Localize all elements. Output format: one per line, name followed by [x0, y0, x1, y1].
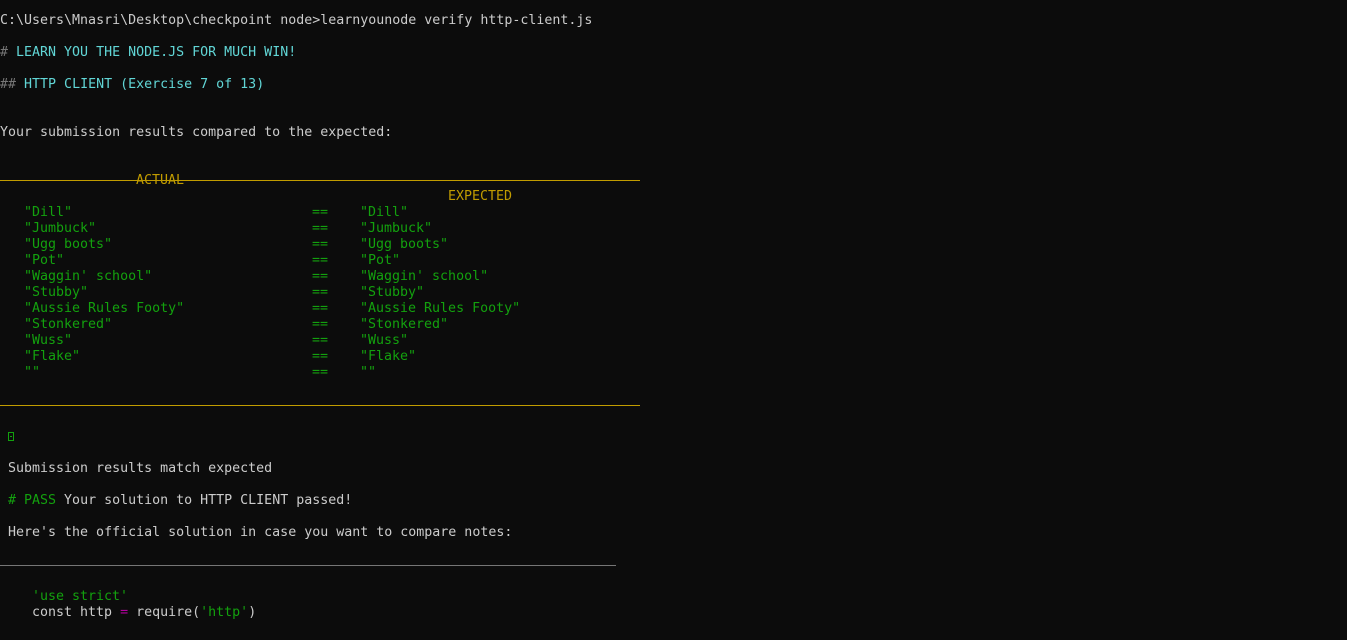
expected-value: "Wuss" — [360, 333, 409, 348]
comparison-row: "Jumbuck" == "Jumbuck" — [0, 221, 640, 237]
comparison-row: "" == "" — [0, 365, 640, 381]
comparison-row: "Wuss" == "Wuss" — [0, 333, 640, 349]
expected-value: "Dill" — [360, 205, 409, 220]
code-decl: const http — [32, 605, 121, 620]
code-require-call: require( — [128, 605, 201, 620]
equality-operator: == — [312, 237, 329, 252]
comparison-row: "Flake" == "Flake" — [0, 349, 640, 365]
expected-value: "Aussie Rules Footy" — [360, 301, 521, 316]
comparison-row: "Waggin' school" == "Waggin' school" — [0, 269, 640, 285]
expected-value: "Ugg boots" — [360, 237, 449, 252]
equality-operator: == — [312, 317, 329, 332]
code-string-http: 'http' — [200, 605, 249, 620]
pass-hash: # — [8, 493, 25, 508]
actual-value: "Jumbuck" — [24, 221, 97, 236]
banner-line: # LEARN YOU THE NODE.JS FOR MUCH WIN! — [0, 45, 296, 61]
actual-value: "Aussie Rules Footy" — [24, 301, 185, 316]
comparison-row: "Pot" == "Pot" — [0, 253, 640, 269]
expected-value: "Flake" — [360, 349, 417, 364]
expected-value: "Stonkered" — [360, 317, 449, 332]
comparison-header: ACTUAL EXPECTED — [0, 157, 640, 204]
comparison-row: "Aussie Rules Footy" == "Aussie Rules Foot… — [0, 301, 640, 317]
actual-value: "Wuss" — [24, 333, 73, 348]
banner-hash: # — [0, 45, 17, 60]
actual-value: "Waggin' school" — [24, 269, 153, 284]
expected-column-header: EXPECTED — [448, 189, 513, 204]
expected-value: "" — [360, 365, 377, 380]
equality-operator: == — [312, 221, 329, 236]
equality-operator: == — [312, 301, 329, 316]
equality-operator: == — [312, 253, 329, 268]
actual-value: "Dill" — [24, 205, 73, 220]
expected-value: "Jumbuck" — [360, 221, 433, 236]
actual-value: "" — [24, 365, 41, 380]
code-assign-operator: = — [120, 605, 129, 620]
code-line-use-strict: 'use strict' — [32, 589, 128, 605]
banner-title: LEARN YOU THE NODE.JS FOR MUCH WIN! — [16, 45, 297, 60]
comparison-intro: Your submission results compared to the … — [0, 125, 393, 140]
expected-value: "Waggin' school" — [360, 269, 489, 284]
code-close-paren: ) — [248, 605, 257, 620]
comparison-row: "Dill" == "Dill" — [0, 205, 640, 221]
equality-operator: == — [312, 349, 329, 364]
expected-value: "Pot" — [360, 253, 401, 268]
exercise-title: HTTP CLIENT (Exercise 7 of 13) — [24, 77, 265, 92]
equality-operator: == — [312, 285, 329, 300]
equality-operator: == — [312, 269, 329, 284]
header-divider — [0, 180, 640, 181]
match-message: Submission results match expected — [8, 461, 273, 476]
pass-label: PASS — [24, 493, 57, 508]
comparison-row: "Stubby" == "Stubby" — [0, 285, 640, 301]
official-solution-intro: Here's the official solution in case you… — [8, 525, 513, 540]
comparison-row: "Ugg boots" == "Ugg boots" — [0, 237, 640, 253]
pass-message: Your solution to HTTP CLIENT passed! — [56, 493, 353, 508]
actual-value: "Stonkered" — [24, 317, 113, 332]
equality-operator: == — [312, 205, 329, 220]
actual-value: "Pot" — [24, 253, 65, 268]
solution-divider — [0, 565, 616, 566]
command-prompt: C:\Users\Mnasri\Desktop\checkpoint node>… — [0, 13, 593, 28]
code-string-use-strict: 'use strict' — [32, 589, 129, 604]
pass-line: # PASS Your solution to HTTP CLIENT pass… — [8, 493, 352, 509]
exercise-line: ## HTTP CLIENT (Exercise 7 of 13) — [0, 77, 264, 93]
check-glyph-icon — [8, 432, 14, 441]
equality-operator: == — [312, 333, 329, 348]
comparison-row: "Stonkered" == "Stonkered" — [0, 317, 640, 333]
actual-value: "Flake" — [24, 349, 81, 364]
actual-value: "Stubby" — [24, 285, 89, 300]
footer-divider — [0, 405, 640, 406]
actual-value: "Ugg boots" — [24, 237, 113, 252]
code-line-require-http: const http = require('http') — [32, 605, 256, 621]
exercise-hash: ## — [0, 77, 25, 92]
equality-operator: == — [312, 365, 329, 380]
expected-value: "Stubby" — [360, 285, 425, 300]
terminal-window[interactable]: C:\Users\Mnasri\Desktop\checkpoint node>… — [0, 0, 1347, 640]
actual-column-header: ACTUAL — [136, 173, 185, 188]
